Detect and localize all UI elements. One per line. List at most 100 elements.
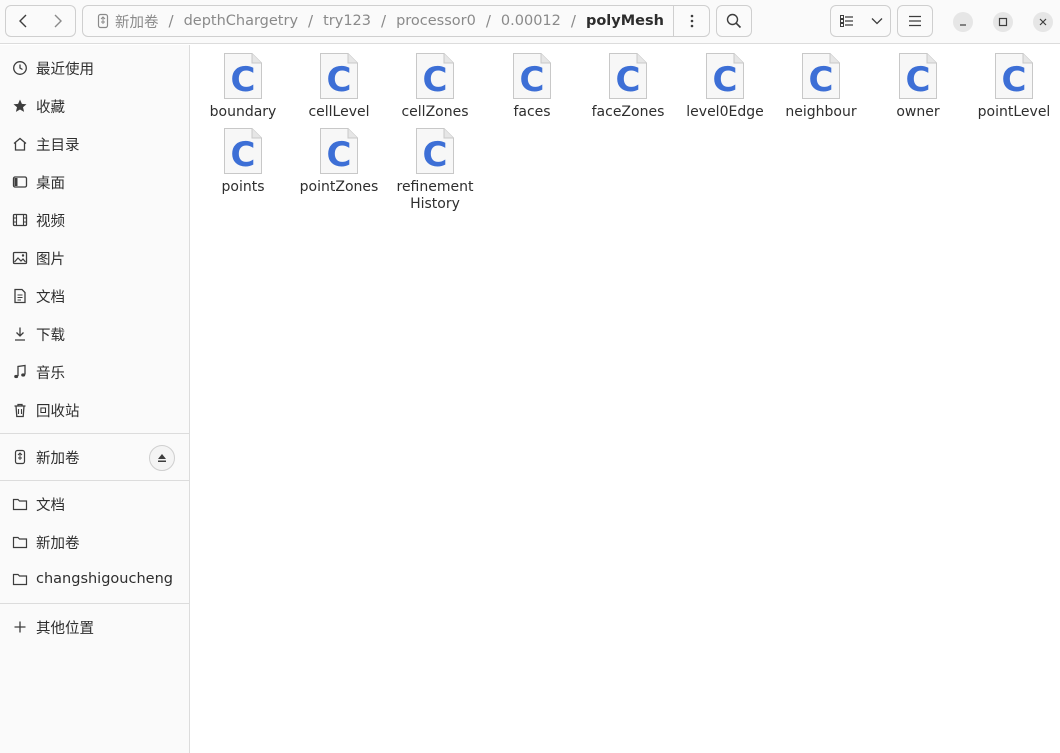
minimize-button[interactable] [953, 12, 973, 32]
breadcrumb-item[interactable]: 0.00012 [495, 13, 567, 29]
sidebar-item-label: 文档 [36, 289, 65, 306]
file-name-line: level0Edge [686, 104, 764, 120]
main-menu-button[interactable] [897, 5, 933, 37]
sidebar-item-volume[interactable]: 新加卷 [0, 439, 189, 475]
file-item[interactable]: CpointZones [291, 127, 387, 196]
hamburger-menu-icon [909, 15, 921, 27]
file-item[interactable]: CcellLevel [291, 52, 387, 121]
back-button[interactable] [5, 5, 41, 37]
c-source-file-icon: C [223, 52, 263, 100]
chevron-down-icon [871, 18, 882, 25]
file-icon-letter: C [422, 60, 448, 100]
sidebar-bookmark-changshigoucheng[interactable]: changshigoucheng [0, 561, 189, 597]
path-bar: 新加卷 / depthChargetry / try123 / processo… [82, 5, 710, 37]
sidebar-item-pictures[interactable]: 图片 [0, 240, 189, 276]
c-source-file-icon: C [898, 52, 938, 100]
close-button[interactable] [1033, 12, 1053, 32]
view-options-dropdown[interactable] [863, 5, 891, 37]
breadcrumb-separator: / [168, 12, 174, 30]
star-icon [10, 96, 30, 116]
file-icon-letter: C [712, 60, 738, 100]
file-icon-letter: C [615, 60, 641, 100]
c-source-file-icon: C [319, 127, 359, 175]
c-source-file-icon: C [608, 52, 648, 100]
file-manager-window: 新加卷 / depthChargetry / try123 / processo… [0, 0, 1060, 753]
file-item[interactable]: CpointLevel [966, 52, 1060, 121]
file-icon-letter: C [519, 60, 545, 100]
sidebar-bookmark-documents[interactable]: 文档 [0, 486, 189, 522]
file-name-line: boundary [209, 104, 277, 120]
file-name-line: neighbour [785, 104, 857, 120]
file-name-line: refinement [396, 179, 474, 195]
file-icon-letter: C [326, 135, 352, 175]
file-name: owner [870, 104, 966, 121]
file-item[interactable]: Crefinement History [387, 127, 483, 213]
file-item[interactable]: Cpoints [195, 127, 291, 196]
minimize-icon [960, 24, 966, 26]
path-menu-button[interactable] [673, 6, 709, 36]
file-name: neighbour [773, 104, 869, 121]
plus-icon [10, 617, 30, 637]
breadcrumb-item[interactable]: try123 [317, 13, 377, 29]
file-name-line: pointZones [299, 179, 379, 195]
sidebar-item-recent[interactable]: 最近使用 [0, 50, 189, 86]
download-icon [10, 324, 30, 344]
sidebar-item-label: 最近使用 [36, 61, 94, 78]
sidebar-item-trash[interactable]: 回收站 [0, 392, 189, 428]
breadcrumb-current[interactable]: polyMesh [580, 13, 670, 29]
sidebar-item-documents[interactable]: 文档 [0, 278, 189, 314]
folder-icon [10, 569, 30, 589]
c-source-file-icon: C [512, 52, 552, 100]
c-source-file-icon: C [994, 52, 1034, 100]
file-item[interactable]: Cowner [870, 52, 966, 121]
maximize-button[interactable] [993, 12, 1013, 32]
search-button[interactable] [716, 5, 752, 37]
sidebar-bookmark-volume[interactable]: 新加卷 [0, 524, 189, 560]
file-name: pointLevel [966, 104, 1060, 121]
file-icon-letter: C [905, 60, 931, 100]
desktop-icon [10, 172, 30, 192]
search-icon [726, 13, 742, 29]
file-icon-letter: C [230, 135, 256, 175]
sidebar-item-label: 图片 [36, 251, 65, 268]
sidebar-item-label: 收藏 [36, 99, 65, 116]
sidebar-item-home[interactable]: 主目录 [0, 126, 189, 162]
breadcrumb-separator: / [308, 12, 314, 30]
sidebar-divider [0, 433, 189, 434]
file-name: boundary [195, 104, 291, 121]
sidebar-item-downloads[interactable]: 下载 [0, 316, 189, 352]
music-icon [10, 362, 30, 382]
file-item[interactable]: Cboundary [195, 52, 291, 121]
video-icon [10, 210, 30, 230]
sidebar-item-starred[interactable]: 收藏 [0, 88, 189, 124]
eject-button[interactable] [149, 445, 175, 471]
file-item[interactable]: Clevel0Edge [677, 52, 773, 121]
sidebar-item-music[interactable]: 音乐 [0, 354, 189, 390]
sidebar-item-label: 新加卷 [36, 450, 80, 467]
list-view-button[interactable] [830, 5, 864, 37]
file-icon-letter: C [326, 60, 352, 100]
sidebar-item-other-locations[interactable]: 其他位置 [0, 609, 189, 645]
sidebar-item-label: 其他位置 [36, 620, 94, 637]
breadcrumb-item[interactable]: 新加卷 [113, 11, 165, 32]
file-name: cellLevel [291, 104, 387, 121]
sidebar-item-label: changshigoucheng [36, 571, 173, 587]
forward-button[interactable] [40, 5, 76, 37]
sidebar-item-desktop[interactable]: 桌面 [0, 164, 189, 200]
document-icon [10, 286, 30, 306]
sidebar-item-label: 桌面 [36, 175, 65, 192]
breadcrumb-item[interactable]: depthChargetry [178, 13, 304, 29]
file-item[interactable]: CcellZones [387, 52, 483, 121]
breadcrumb-item[interactable]: processor0 [390, 13, 482, 29]
sidebar-item-label: 下载 [36, 327, 65, 344]
file-item[interactable]: Cfaces [484, 52, 580, 121]
file-name-line: History [410, 196, 460, 212]
breadcrumb-separator: / [381, 12, 387, 30]
sidebar-item-videos[interactable]: 视频 [0, 202, 189, 238]
breadcrumb-separator: / [485, 12, 491, 30]
clock-icon [10, 58, 30, 78]
file-item[interactable]: Cneighbour [773, 52, 869, 121]
file-item[interactable]: CfaceZones [580, 52, 676, 121]
sidebar-item-label: 回收站 [36, 403, 80, 420]
sidebar-item-label: 主目录 [36, 137, 80, 154]
